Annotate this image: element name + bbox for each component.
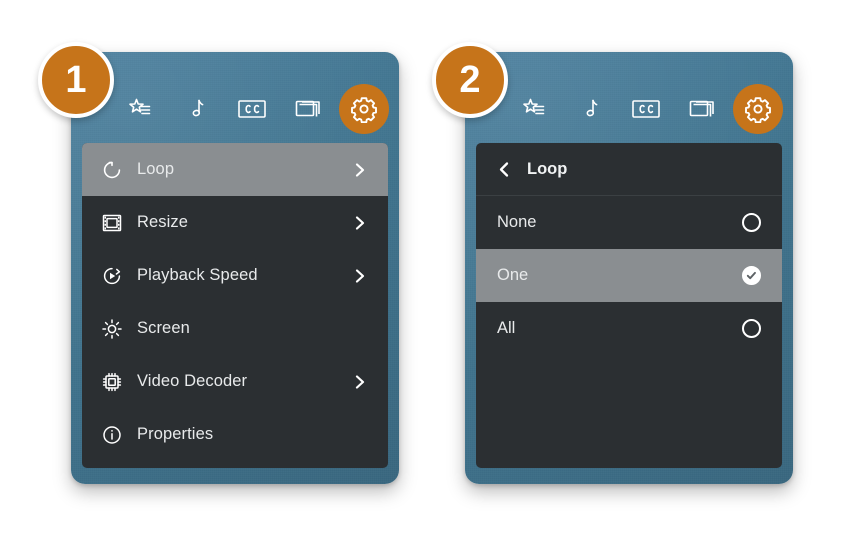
closed-captions-button[interactable]: [224, 82, 280, 136]
loop-option-label: None: [497, 213, 537, 231]
chevron-left-icon[interactable]: [494, 161, 514, 178]
chevron-right-icon: [352, 374, 368, 390]
loop-option-label: One: [497, 266, 529, 284]
chevron-right-icon: [352, 162, 368, 178]
closed-captions-button[interactable]: [618, 82, 674, 136]
player-card-step-1: Loop Resize Playback Speed Screen Video …: [71, 52, 399, 484]
resize-icon: [98, 209, 126, 237]
gear-icon: [744, 95, 772, 123]
chevron-right-icon: [352, 268, 368, 284]
menu-item-label: Loop: [137, 160, 175, 178]
gear-icon: [350, 95, 378, 123]
loop-icon: [98, 156, 126, 184]
radio-selected-icon[interactable]: [742, 266, 761, 285]
loop-option-one[interactable]: One: [476, 249, 782, 302]
loop-submenu-panel: Loop None One All: [476, 143, 782, 468]
video-window-icon: [688, 97, 716, 121]
music-note-icon: [577, 96, 603, 122]
audio-track-button[interactable]: [168, 82, 224, 136]
info-icon: [98, 421, 126, 449]
menu-item-resize[interactable]: Resize: [82, 196, 388, 249]
menu-item-label: Properties: [137, 425, 214, 443]
chevron-right-icon: [352, 215, 368, 231]
loop-panel-header[interactable]: Loop: [476, 143, 782, 196]
playlist-star-icon: [127, 96, 153, 122]
player-toolbar-1: [71, 82, 399, 136]
settings-menu-panel: Loop Resize Playback Speed Screen Video …: [82, 143, 388, 468]
chip-icon: [98, 368, 126, 396]
playlist-star-button[interactable]: [112, 82, 168, 136]
closed-captions-icon: [631, 98, 661, 120]
menu-item-loop[interactable]: Loop: [82, 143, 388, 196]
loop-option-label: All: [497, 319, 516, 337]
screenshot-canvas: Loop Resize Playback Speed Screen Video …: [0, 0, 860, 555]
loop-option-all[interactable]: All: [476, 302, 782, 355]
menu-item-label: Screen: [137, 319, 190, 337]
loop-panel-title: Loop: [527, 159, 568, 178]
audio-track-button[interactable]: [562, 82, 618, 136]
menu-item-screen[interactable]: Screen: [82, 302, 388, 355]
gear-icon-wrap: [733, 84, 783, 134]
playlist-star-icon: [521, 96, 547, 122]
menu-item-label: Video Decoder: [137, 372, 248, 390]
video-window-button[interactable]: [674, 82, 730, 136]
video-window-icon: [294, 97, 322, 121]
playback-speed-icon: [98, 262, 126, 290]
player-toolbar-2: [465, 82, 793, 136]
step-badge-1: 1: [38, 42, 114, 118]
player-card-step-2: Loop None One All: [465, 52, 793, 484]
brightness-icon: [98, 315, 126, 343]
radio-unselected-icon[interactable]: [742, 319, 761, 338]
video-window-button[interactable]: [280, 82, 336, 136]
menu-item-playback-speed[interactable]: Playback Speed: [82, 249, 388, 302]
settings-button[interactable]: [336, 82, 392, 136]
step-badge-2: 2: [432, 42, 508, 118]
closed-captions-icon: [237, 98, 267, 120]
music-note-icon: [183, 96, 209, 122]
menu-item-label: Resize: [137, 213, 189, 231]
settings-button[interactable]: [730, 82, 786, 136]
radio-unselected-icon[interactable]: [742, 213, 761, 232]
menu-item-label: Playback Speed: [137, 266, 258, 284]
gear-icon-wrap: [339, 84, 389, 134]
menu-item-video-decoder[interactable]: Video Decoder: [82, 355, 388, 408]
menu-item-properties[interactable]: Properties: [82, 408, 388, 461]
playlist-star-button[interactable]: [506, 82, 562, 136]
loop-option-none[interactable]: None: [476, 196, 782, 249]
